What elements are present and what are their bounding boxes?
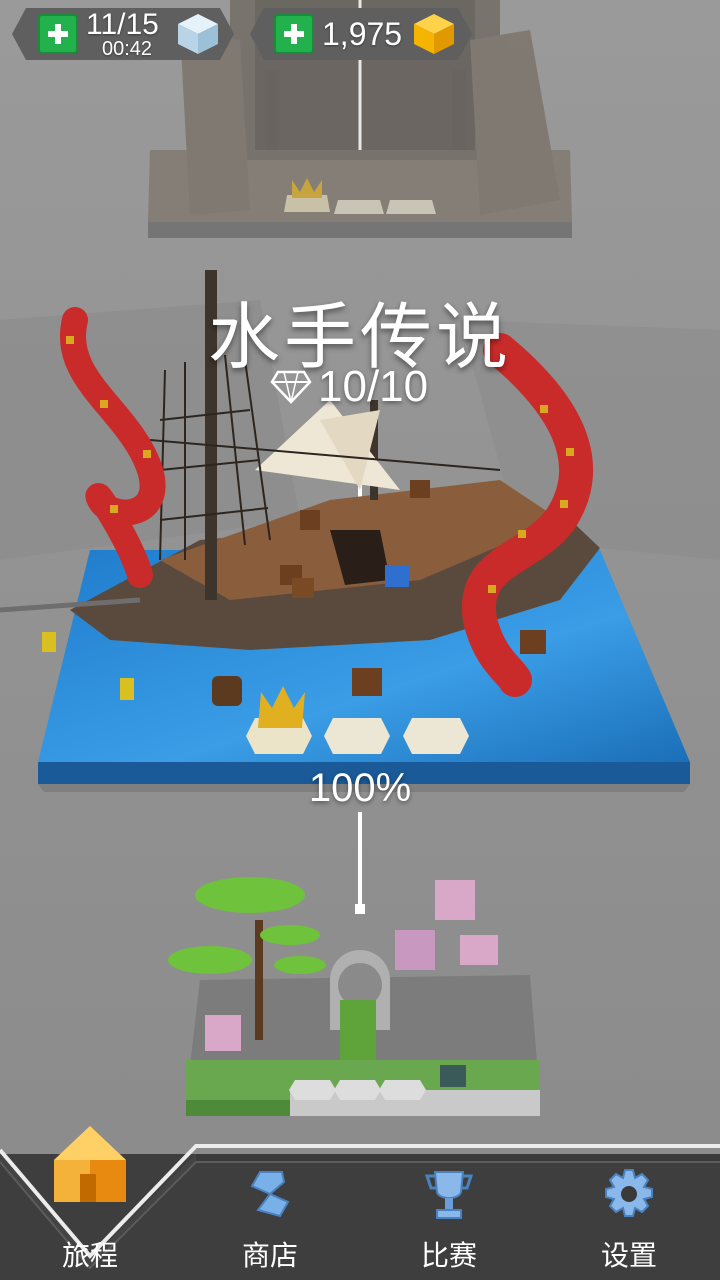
nav-contest[interactable]: 比赛 [374,1140,524,1280]
nav-shop[interactable]: 商店 [195,1140,345,1280]
lives-count: 11/15 [86,8,159,41]
level-progress: 100% [308,766,412,810]
gem-counter: 10/10 [270,362,428,412]
nav-settings[interactable]: 设置 [554,1140,704,1280]
nav-settings-label: 设置 [600,1240,657,1271]
add-lives-button[interactable] [38,14,78,54]
nav-contest-label: 比赛 [420,1240,477,1271]
gear-icon [605,1169,653,1217]
coins-count: 1,975 [322,16,403,52]
ice-cube-icon [178,14,218,54]
lives-timer: 00:42 [102,38,153,60]
gold-cube-icon [414,14,454,54]
game-scene [0,0,720,1280]
shop-icon [250,1171,290,1218]
bottom-nav: 旅程 商店 比赛 设置 [0,1126,720,1280]
nav-journey[interactable]: 旅程 [15,1126,165,1280]
trophy-icon [424,1171,474,1219]
nav-journey-label: 旅程 [61,1240,118,1271]
gem-count: 10/10 [318,362,429,411]
home-icon [54,1126,126,1202]
add-coins-button[interactable] [274,14,314,54]
diamond-icon [270,370,312,404]
nav-shop-label: 商店 [241,1240,298,1271]
